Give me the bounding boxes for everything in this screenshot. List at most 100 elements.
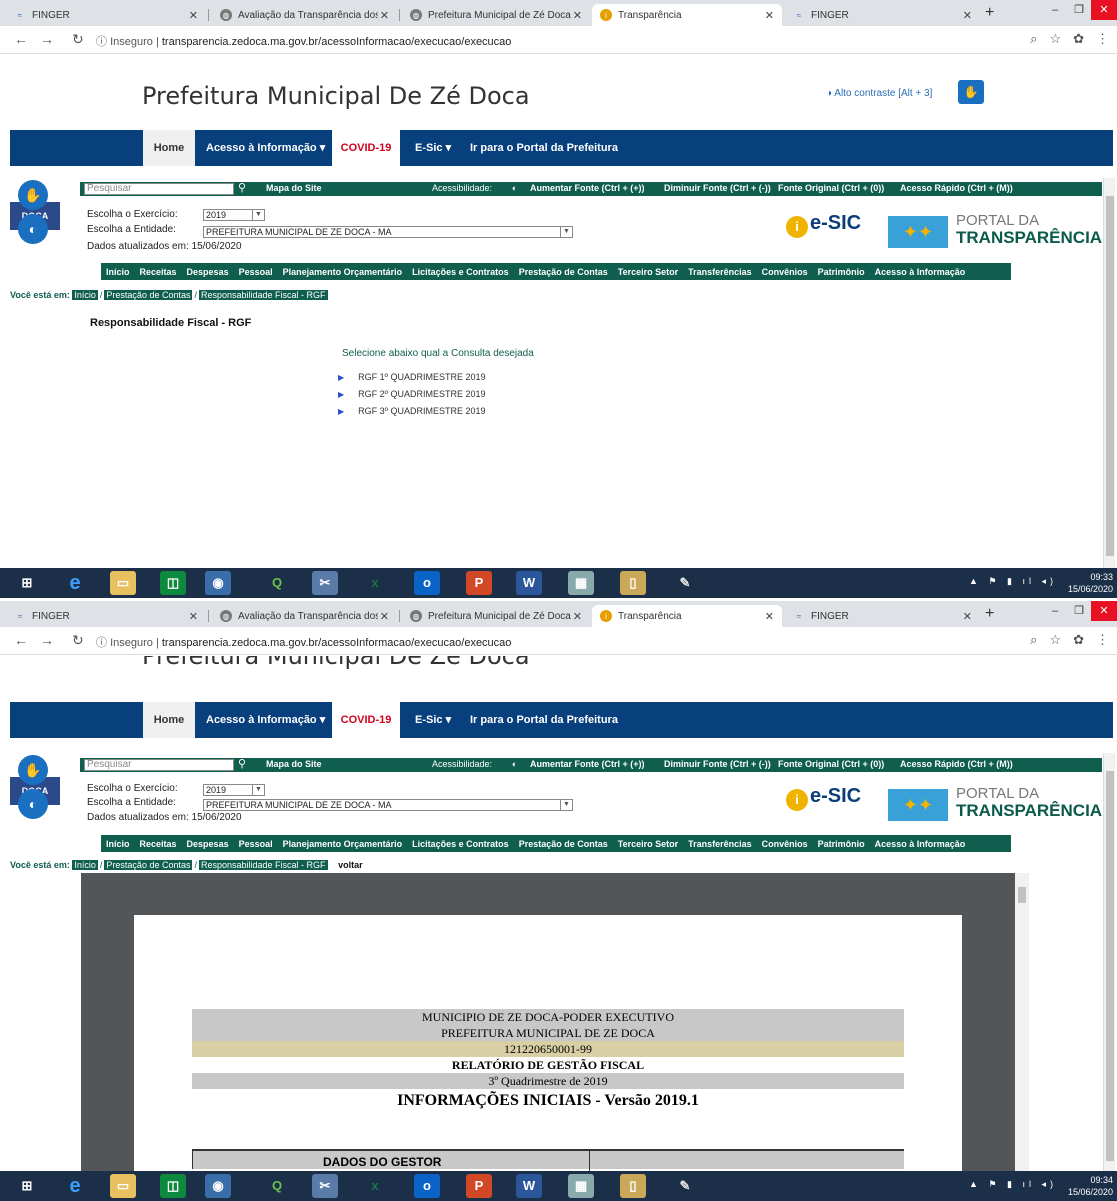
- close-tab-icon[interactable]: ✕: [573, 610, 582, 623]
- nav-despesas[interactable]: Despesas: [182, 839, 234, 849]
- extension-icon[interactable]: ✿: [1073, 632, 1084, 648]
- nav-planejamento[interactable]: Planejamento Orçamentário: [278, 839, 408, 849]
- nav-pessoal[interactable]: Pessoal: [234, 267, 278, 277]
- nav-patrimonio[interactable]: Patrimônio: [813, 839, 870, 849]
- close-tab-icon[interactable]: ✕: [189, 9, 198, 22]
- new-tab-button[interactable]: +: [985, 605, 994, 623]
- calculator-icon[interactable]: ▦: [568, 571, 594, 595]
- nav-acesso-informacao-2[interactable]: Acesso à Informação: [870, 839, 971, 849]
- clock[interactable]: 09:34 15/06/2020: [1068, 1174, 1113, 1198]
- chrome-icon[interactable]: ◉: [205, 1174, 231, 1198]
- url-field[interactable]: ⓘ Inseguro | transparencia.zedoca.ma.gov…: [96, 33, 511, 49]
- forward-arrow-icon[interactable]: →: [40, 31, 54, 47]
- tab-finger[interactable]: ≈ FINGER ✕: [6, 605, 206, 627]
- restore-icon[interactable]: ❐: [1067, 601, 1091, 621]
- nav-acesso-informacao-2[interactable]: Acesso à Informação: [870, 267, 971, 277]
- paint-icon[interactable]: ✎: [672, 1174, 698, 1198]
- decrease-font-link[interactable]: Diminuir Fonte (Ctrl + (-)): [664, 183, 771, 193]
- nav-home[interactable]: Home: [143, 702, 195, 738]
- nav-planejamento[interactable]: Planejamento Orçamentário: [278, 267, 408, 277]
- quick-access-link[interactable]: Acesso Rápido (Ctrl + (M)): [900, 183, 1013, 193]
- word-icon[interactable]: W: [516, 571, 542, 595]
- snipping-icon[interactable]: ✂: [312, 1174, 338, 1198]
- clock[interactable]: 09:33 15/06/2020: [1068, 571, 1113, 595]
- close-tab-icon[interactable]: ✕: [765, 9, 774, 22]
- nav-convenios[interactable]: Convênios: [757, 839, 813, 849]
- breadcrumb-prestacao[interactable]: Prestação de Contas: [104, 860, 193, 870]
- search-input[interactable]: Pesquisar: [84, 183, 234, 195]
- system-tray[interactable]: ▲ ⚑ ▮ ıl ◂): [969, 1179, 1057, 1190]
- nav-terceiro-setor[interactable]: Terceiro Setor: [613, 267, 683, 277]
- report-link-q2[interactable]: ▶ RGF 2º QUADRIMESTRE 2019: [338, 389, 485, 399]
- tab-prefeitura[interactable]: ◍ Prefeitura Municipal de Zé Doca ✕: [402, 605, 590, 627]
- contrast-icon[interactable]: ◐: [18, 789, 48, 819]
- menu-icon[interactable]: ⋮: [1096, 31, 1109, 47]
- windows-start-icon[interactable]: ⊞: [14, 1174, 40, 1198]
- nav-patrimonio[interactable]: Patrimônio: [813, 267, 870, 277]
- reload-icon[interactable]: ↻: [72, 31, 84, 48]
- back-arrow-icon[interactable]: ←: [14, 632, 28, 648]
- tab-avaliacao[interactable]: ◍ Avaliação da Transparência dos ✕: [212, 605, 397, 627]
- esic-logo[interactable]: i e-SIC: [786, 210, 866, 240]
- original-font-link[interactable]: Fonte Original (Ctrl + (0)): [778, 183, 884, 193]
- qgis-icon[interactable]: Q: [264, 571, 290, 595]
- nav-terceiro-setor[interactable]: Terceiro Setor: [613, 839, 683, 849]
- star-icon[interactable]: ☆: [1049, 31, 1061, 47]
- pdf-viewer[interactable]: MUNICIPIO DE ZE DOCA-PODER EXECUTIVO PRE…: [81, 873, 1029, 1185]
- restore-icon[interactable]: ❐: [1067, 0, 1091, 20]
- windows-start-icon[interactable]: ⊞: [14, 571, 40, 595]
- site-map-link[interactable]: Mapa do Site: [266, 759, 322, 769]
- nav-despesas[interactable]: Despesas: [182, 267, 234, 277]
- nav-receitas[interactable]: Receitas: [135, 267, 182, 277]
- excel-icon[interactable]: x: [362, 571, 388, 595]
- breadcrumb-prestacao[interactable]: Prestação de Contas: [104, 290, 193, 300]
- store-icon[interactable]: ◫: [160, 571, 186, 595]
- nav-acesso-informacao[interactable]: Acesso à Informação ▾: [198, 702, 333, 738]
- report-link-q1[interactable]: ▶ RGF 1º QUADRIMESTRE 2019: [338, 372, 485, 382]
- reload-icon[interactable]: ↻: [72, 632, 84, 649]
- entity-select[interactable]: PREFEITURA MUNICIPAL DE ZE DOCA - MA ▼: [203, 799, 573, 811]
- nav-prestacao[interactable]: Prestação de Contas: [514, 267, 613, 277]
- file-explorer-icon[interactable]: ▭: [110, 571, 136, 595]
- tab-transparencia[interactable]: i Transparência ✕: [592, 4, 782, 26]
- close-tab-icon[interactable]: ✕: [189, 610, 198, 623]
- minimize-icon[interactable]: –: [1043, 601, 1067, 621]
- increase-font-link[interactable]: Aumentar Fonte (Ctrl + (+)): [530, 759, 645, 769]
- tab-avaliacao[interactable]: ◍ Avaliação da Transparência dos ✕: [212, 4, 397, 26]
- search-input[interactable]: Pesquisar: [84, 759, 234, 771]
- nav-pessoal[interactable]: Pessoal: [234, 839, 278, 849]
- contrast-circle-icon[interactable]: ◐: [512, 759, 517, 769]
- nav-esic[interactable]: E-Sic ▾: [407, 130, 459, 166]
- close-tab-icon[interactable]: ✕: [573, 9, 582, 22]
- nav-covid[interactable]: COVID-19: [332, 702, 400, 738]
- nav-covid[interactable]: COVID-19: [332, 130, 400, 166]
- breadcrumb-rgf[interactable]: Responsabilidade Fiscal - RGF: [199, 290, 328, 300]
- nav-esic[interactable]: E-Sic ▾: [407, 702, 459, 738]
- contrast-icon[interactable]: ◐: [18, 214, 48, 244]
- menu-icon[interactable]: ⋮: [1096, 632, 1109, 648]
- nav-acesso-informacao[interactable]: Acesso à Informação ▾: [198, 130, 333, 166]
- forward-arrow-icon[interactable]: →: [40, 632, 54, 648]
- esic-logo[interactable]: i e-SIC: [786, 783, 866, 813]
- folder-icon[interactable]: ▯: [620, 571, 646, 595]
- pdf-scrollbar[interactable]: [1015, 873, 1029, 1173]
- folder-icon[interactable]: ▯: [620, 1174, 646, 1198]
- zoom-icon[interactable]: ⌕: [1030, 632, 1037, 648]
- powerpoint-icon[interactable]: P: [466, 1174, 492, 1198]
- close-tab-icon[interactable]: ✕: [765, 610, 774, 623]
- tab-finger[interactable]: ≈ FINGER ✕: [6, 4, 206, 26]
- nav-convenios[interactable]: Convênios: [757, 267, 813, 277]
- search-icon[interactable]: ⚲: [238, 757, 246, 770]
- new-tab-button[interactable]: +: [985, 4, 994, 22]
- extension-icon[interactable]: ✿: [1073, 31, 1084, 47]
- ie-icon[interactable]: e: [62, 571, 88, 595]
- site-map-link[interactable]: Mapa do Site: [266, 183, 322, 193]
- breadcrumb-rgf[interactable]: Responsabilidade Fiscal - RGF: [199, 860, 328, 870]
- paint-icon[interactable]: ✎: [672, 571, 698, 595]
- tab-finger-2[interactable]: ≈ FINGER ✕: [785, 605, 980, 627]
- nav-transferencias[interactable]: Transferências: [683, 839, 757, 849]
- breadcrumb-inicio[interactable]: Início: [72, 860, 98, 870]
- outlook-icon[interactable]: o: [414, 571, 440, 595]
- nav-inicio[interactable]: Início: [101, 267, 135, 277]
- nav-portal-prefeitura[interactable]: Ir para o Portal da Prefeitura: [462, 702, 626, 738]
